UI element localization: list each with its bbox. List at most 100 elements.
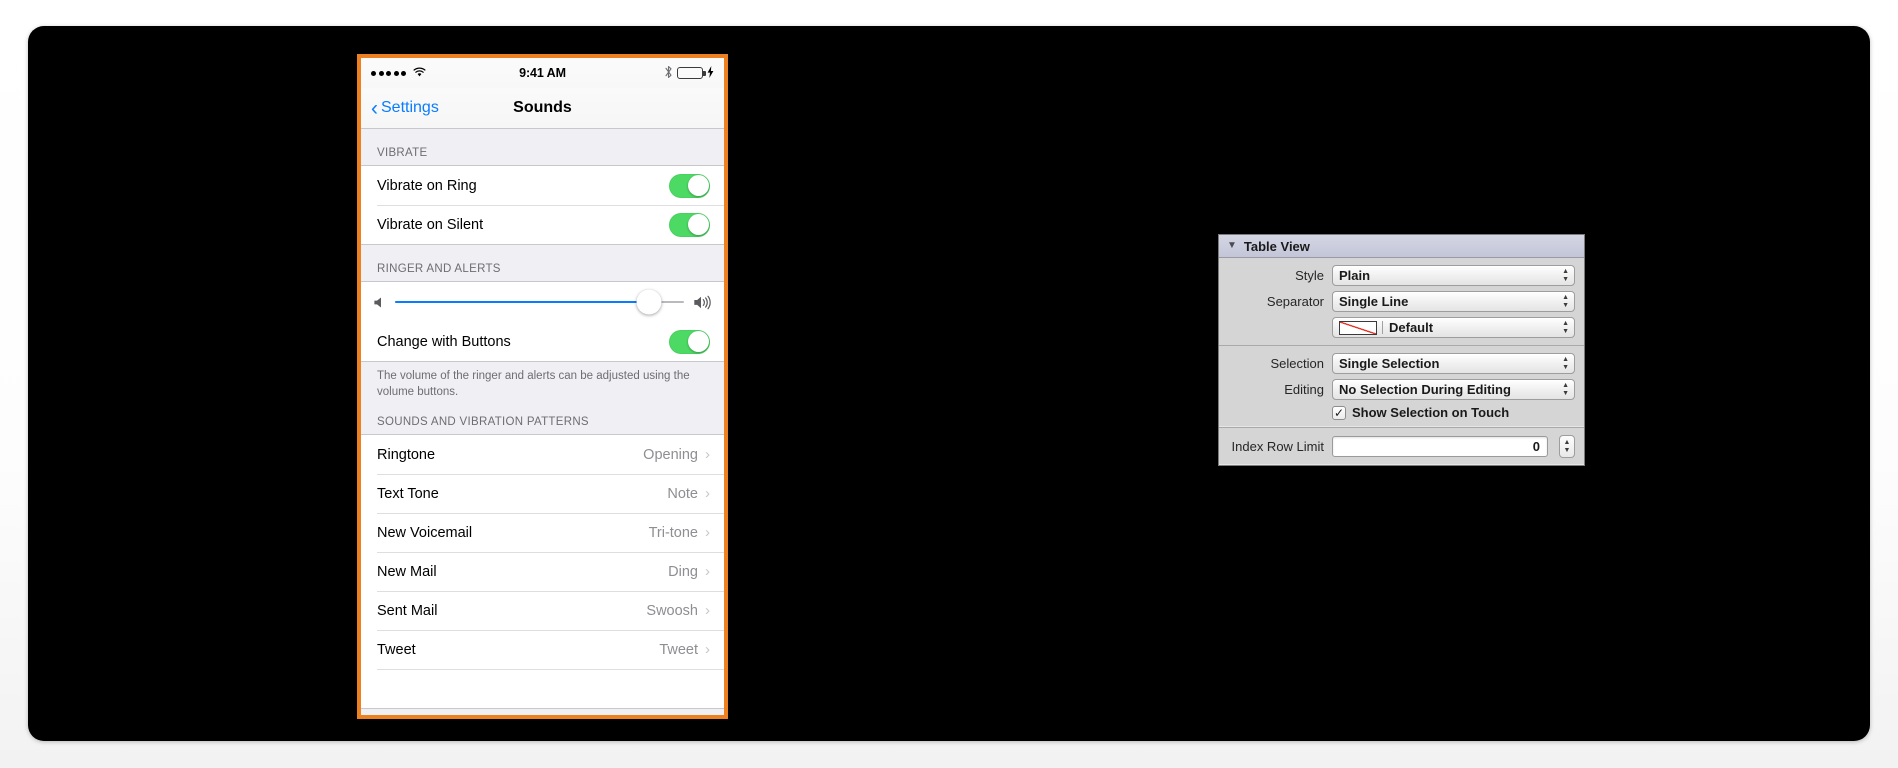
toggle-vibrate-on-ring[interactable] bbox=[669, 173, 710, 198]
toggle-vibrate-on-silent[interactable] bbox=[669, 212, 710, 237]
table-view-inspector-panel: ▼ Table View Style Plain ▲ ▼ Separator S… bbox=[1218, 234, 1585, 466]
label-index-row-limit: Index Row Limit bbox=[1231, 439, 1324, 454]
row-accessory: Tri-tone › bbox=[649, 525, 710, 541]
speaker-low-icon bbox=[373, 296, 386, 309]
no-color-swatch-icon[interactable] bbox=[1339, 320, 1377, 335]
section-header-ringer-and-alerts: RINGER AND ALERTS bbox=[377, 263, 501, 275]
back-button-label: Settings bbox=[381, 99, 439, 116]
row-accessory bbox=[669, 212, 710, 237]
row-accessory: Tweet › bbox=[659, 642, 710, 658]
chevron-right-icon: › bbox=[705, 602, 710, 620]
row-value: Swoosh bbox=[646, 602, 698, 619]
chevron-right-icon: › bbox=[705, 446, 710, 464]
row-separator: Separator Single Line ▲ ▼ bbox=[1228, 291, 1575, 312]
stepper-down-icon[interactable]: ▼ bbox=[1564, 447, 1571, 454]
popup-style[interactable]: Plain ▲ ▼ bbox=[1332, 265, 1575, 286]
speaker-high-icon bbox=[693, 295, 712, 310]
row-partial-cutoff[interactable] bbox=[361, 669, 724, 709]
row-separator-color: Default ▲ ▼ bbox=[1228, 317, 1575, 338]
row-label: Ringtone bbox=[377, 446, 436, 463]
toggle-change-with-buttons[interactable] bbox=[669, 329, 710, 354]
row-change-with-buttons[interactable]: Change with Buttons bbox=[361, 322, 724, 361]
charging-bolt-icon bbox=[707, 65, 714, 81]
row-value: Ding bbox=[668, 563, 698, 580]
chevron-right-icon: › bbox=[705, 641, 710, 659]
row-text-tone[interactable]: Text Tone Note › bbox=[361, 474, 724, 514]
sounds-cell-group: Ringtone Opening › Text Tone Note › New … bbox=[361, 434, 724, 710]
page-root: 9:41 AM ‹ Settings Sounds VIBRATE Vibrat… bbox=[0, 0, 1898, 768]
triangle-down-icon[interactable]: ▼ bbox=[1227, 241, 1237, 251]
stepper-arrows-icon: ▲ ▼ bbox=[1562, 267, 1569, 283]
inspector-header[interactable]: ▼ Table View bbox=[1219, 235, 1584, 258]
label-selection: Selection bbox=[1270, 356, 1324, 371]
popup-editing-value: No Selection During Editing bbox=[1339, 382, 1511, 397]
row-value: Tri-tone bbox=[648, 524, 698, 541]
row-label: Change with Buttons bbox=[377, 333, 511, 350]
row-tweet[interactable]: Tweet Tweet › bbox=[361, 630, 724, 670]
back-button[interactable]: ‹ Settings bbox=[371, 98, 439, 119]
iphone-screen-frame: 9:41 AM ‹ Settings Sounds VIBRATE Vibrat… bbox=[357, 54, 728, 719]
label-separator: Separator bbox=[1266, 294, 1324, 309]
index-row-limit-input[interactable]: 0 bbox=[1332, 436, 1548, 457]
popup-separator-color[interactable]: Default ▲ ▼ bbox=[1332, 317, 1575, 338]
index-row-limit-value: 0 bbox=[1532, 439, 1540, 454]
label-style: Style bbox=[1295, 268, 1324, 283]
chevron-right-icon: › bbox=[705, 485, 710, 503]
row-vibrate-on-ring[interactable]: Vibrate on Ring bbox=[361, 166, 724, 205]
chevron-left-icon: ‹ bbox=[371, 96, 378, 120]
row-label: New Voicemail bbox=[377, 524, 473, 541]
section-header-sounds-and-vibration-patterns: SOUNDS AND VIBRATION PATTERNS bbox=[377, 416, 589, 429]
inspector-group-appearance: Style Plain ▲ ▼ Separator Single Line ▲ ▼ bbox=[1219, 258, 1584, 345]
row-index-row-limit: Index Row Limit 0 ▲ ▼ bbox=[1228, 435, 1575, 458]
row-label: Vibrate on Silent bbox=[377, 216, 484, 233]
checkbox-show-selection-on-touch[interactable]: ✓ Show Selection on Touch bbox=[1332, 405, 1575, 420]
stepper-arrows-icon: ▲ ▼ bbox=[1562, 355, 1569, 371]
stepper-arrows-icon: ▲ ▼ bbox=[1562, 293, 1569, 309]
signal-strength-dots-icon bbox=[371, 70, 406, 76]
row-value: Tweet bbox=[659, 641, 698, 658]
ringer-footnote: The volume of the ringer and alerts can … bbox=[377, 370, 690, 398]
iphone-screen: 9:41 AM ‹ Settings Sounds VIBRATE Vibrat… bbox=[361, 58, 724, 715]
chevron-right-icon: › bbox=[705, 563, 710, 581]
popup-editing[interactable]: No Selection During Editing ▲ ▼ bbox=[1332, 379, 1575, 400]
index-row-limit-stepper[interactable]: ▲ ▼ bbox=[1559, 435, 1575, 458]
row-editing: Editing No Selection During Editing ▲ ▼ bbox=[1228, 379, 1575, 400]
popup-style-value: Plain bbox=[1339, 268, 1371, 283]
settings-scroll-view[interactable]: VIBRATE Vibrate on Ring Vibrate on Silen… bbox=[361, 129, 724, 715]
row-selection: Selection Single Selection ▲ ▼ bbox=[1228, 353, 1575, 374]
popup-separator[interactable]: Single Line ▲ ▼ bbox=[1332, 291, 1575, 312]
row-ringtone[interactable]: Ringtone Opening › bbox=[361, 435, 724, 475]
vibrate-cell-group: Vibrate on Ring Vibrate on Silent bbox=[361, 165, 724, 245]
navigation-bar: ‹ Settings Sounds bbox=[361, 88, 724, 129]
row-accessory: Opening › bbox=[643, 447, 710, 463]
volume-slider-knob[interactable] bbox=[636, 289, 662, 315]
inspector-group-index: Index Row Limit 0 ▲ ▼ bbox=[1219, 427, 1584, 465]
row-style: Style Plain ▲ ▼ bbox=[1228, 265, 1575, 286]
row-accessory: Ding › bbox=[668, 564, 710, 580]
popup-separator-color-value: Default bbox=[1389, 320, 1434, 335]
row-value: Note bbox=[667, 485, 698, 502]
row-sent-mail[interactable]: Sent Mail Swoosh › bbox=[361, 591, 724, 631]
inspector-title: Table View bbox=[1243, 238, 1310, 254]
row-new-mail[interactable]: New Mail Ding › bbox=[361, 552, 724, 592]
row-ringer-volume-slider[interactable] bbox=[361, 282, 724, 322]
row-accessory bbox=[669, 173, 710, 198]
status-bar: 9:41 AM bbox=[361, 58, 724, 88]
status-bar-right bbox=[664, 65, 714, 82]
popup-selection[interactable]: Single Selection ▲ ▼ bbox=[1332, 353, 1575, 374]
row-accessory: Swoosh › bbox=[646, 603, 710, 619]
row-vibrate-on-silent[interactable]: Vibrate on Silent bbox=[361, 205, 724, 244]
ringer-cell-group: Change with Buttons bbox=[361, 281, 724, 362]
chevron-right-icon: › bbox=[705, 524, 710, 542]
row-accessory: Note › bbox=[667, 486, 710, 502]
row-new-voicemail[interactable]: New Voicemail Tri-tone › bbox=[361, 513, 724, 553]
label-editing: Editing bbox=[1284, 382, 1324, 397]
checkmark-icon: ✓ bbox=[1333, 405, 1345, 420]
row-label: Tweet bbox=[377, 641, 416, 658]
volume-slider-track[interactable] bbox=[395, 289, 684, 315]
popup-selection-value: Single Selection bbox=[1339, 356, 1440, 371]
status-bar-left bbox=[371, 66, 426, 80]
checkbox-icon[interactable]: ✓ bbox=[1332, 405, 1346, 420]
inspector-group-selection: Selection Single Selection ▲ ▼ Editing No… bbox=[1219, 345, 1584, 427]
stepper-up-icon[interactable]: ▲ bbox=[1564, 439, 1571, 446]
